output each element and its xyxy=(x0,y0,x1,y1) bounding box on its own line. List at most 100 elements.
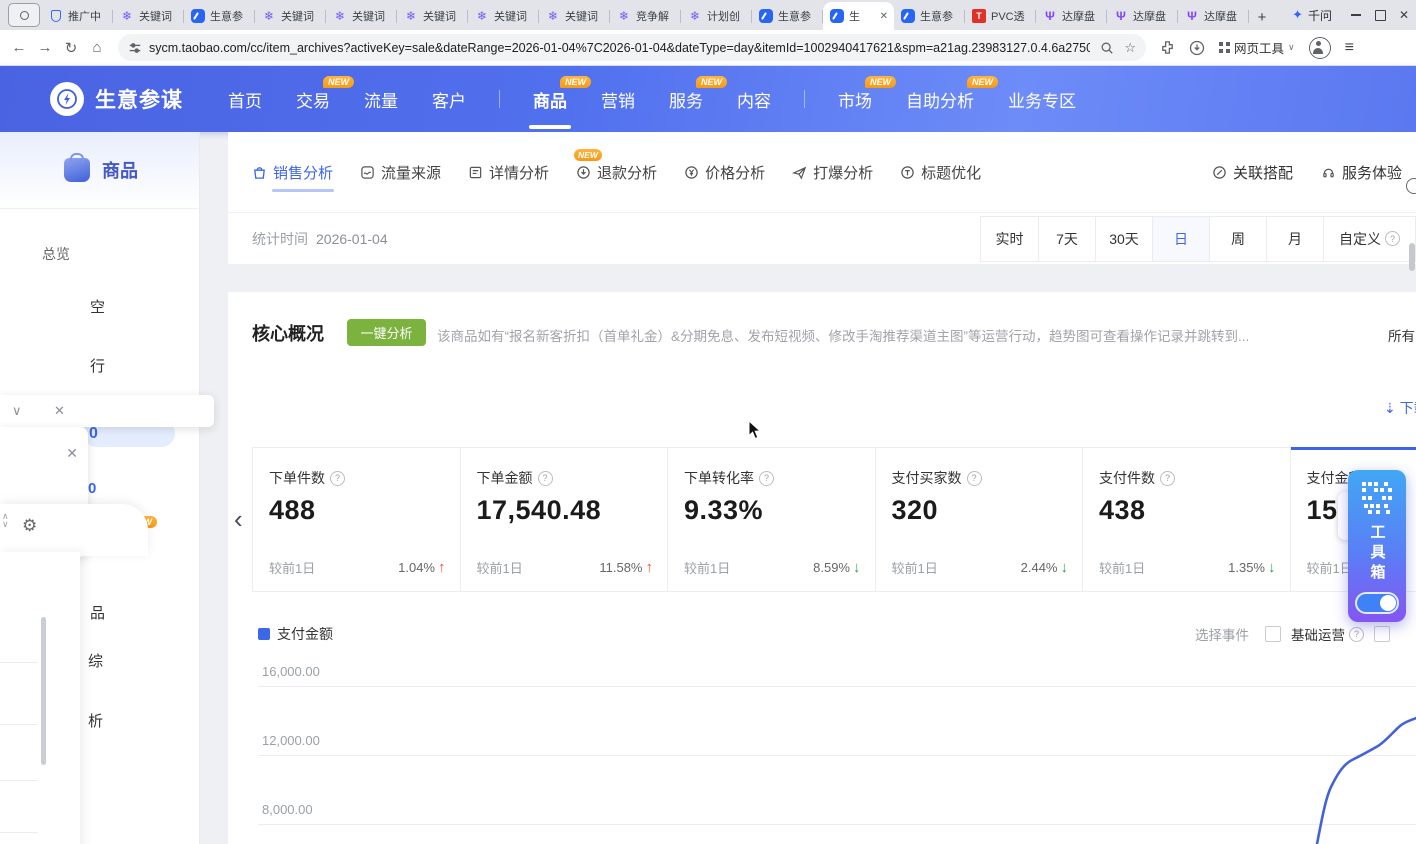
metric-card-pay-buyers[interactable]: 支付买家数? 320 较前1日2.44% xyxy=(876,447,1084,591)
browser-tab[interactable]: 达摩盘 xyxy=(1107,2,1178,30)
browser-tab[interactable]: 关键词 xyxy=(113,2,184,30)
nav-item-content[interactable]: 内容 xyxy=(737,87,771,112)
metric-card-conversion[interactable]: 下单转化率? 9.33% 较前1日8.59% xyxy=(668,447,876,591)
home-icon[interactable]: ⌂ xyxy=(84,39,110,56)
sidebar-item-fragment[interactable]: 综 xyxy=(88,650,103,671)
browser-tab[interactable]: 关键词 xyxy=(397,2,468,30)
close-icon[interactable]: ✕ xyxy=(54,403,84,419)
maximize-button[interactable] xyxy=(1368,0,1392,30)
site-settings-icon[interactable] xyxy=(128,41,142,55)
range-30d[interactable]: 30天 xyxy=(1095,217,1152,261)
browser-tab[interactable]: PVC透 xyxy=(965,2,1036,30)
range-7d[interactable]: 7天 xyxy=(1038,217,1095,261)
tab-refund-analysis[interactable]: NEW 退款分析 xyxy=(576,162,657,183)
nav-item-traffic[interactable]: 流量 xyxy=(364,87,398,112)
tab-title-optimize[interactable]: 标题优化 xyxy=(900,162,981,183)
sidebar-item-overview[interactable]: 总览 xyxy=(42,244,70,264)
profile-avatar[interactable] xyxy=(1309,37,1331,59)
help-icon[interactable]: ? xyxy=(330,471,345,486)
nav-item-trade[interactable]: 交易NEW xyxy=(296,87,330,112)
browser-tab[interactable]: 关键词 xyxy=(255,2,326,30)
browser-tab[interactable]: 关键词 xyxy=(539,2,610,30)
browser-tab[interactable]: 生意参 xyxy=(184,2,255,30)
help-icon[interactable]: ? xyxy=(967,471,982,486)
one-click-analyze-button[interactable]: 一键分析 xyxy=(347,319,426,346)
nav-item-market[interactable]: 市场NEW xyxy=(838,87,872,112)
tab-close-icon[interactable]: ✕ xyxy=(878,11,890,22)
range-week[interactable]: 周 xyxy=(1209,217,1266,261)
chart-legend[interactable]: 支付金额 xyxy=(258,624,333,644)
sidebar-item-fragment[interactable]: 品 xyxy=(90,602,105,623)
browser-tab[interactable]: 推广中 xyxy=(42,2,113,30)
related-match-button[interactable]: 关联搭配 xyxy=(1212,162,1293,183)
browser-tab[interactable]: 生意参 xyxy=(894,2,965,30)
tab-search-icon[interactable] xyxy=(8,3,40,27)
toolbox-toggle[interactable] xyxy=(1355,592,1399,614)
browser-tab[interactable]: 关键词 xyxy=(468,2,539,30)
chevron-down-icon[interactable]: ∨ xyxy=(12,403,42,419)
back-icon[interactable]: ← xyxy=(6,39,32,56)
nav-item-home[interactable]: 首页 xyxy=(228,87,262,112)
browser-tab-active[interactable]: 生✕ xyxy=(823,2,894,30)
tab-hot-analysis[interactable]: 打爆分析 xyxy=(792,162,873,183)
tab-traffic-source[interactable]: 流量来源 xyxy=(360,162,441,183)
range-realtime[interactable]: 实时 xyxy=(981,217,1038,261)
qianwen-button[interactable]: ✦千问 xyxy=(1280,7,1344,24)
service-experience-button[interactable]: 服务体验 xyxy=(1321,162,1402,183)
address-bar[interactable]: sycm.taobao.com/cc/item_archives?activeK… xyxy=(118,34,1146,61)
extensions-icon[interactable] xyxy=(1160,40,1175,55)
reload-icon[interactable]: ↻ xyxy=(58,39,84,57)
metric-card-order-amount[interactable]: 下单金额? 17,540.48 较前1日11.58% xyxy=(461,447,669,591)
download-icon[interactable] xyxy=(1189,40,1205,56)
close-icon[interactable]: ✕ xyxy=(66,445,78,462)
help-icon[interactable]: ? xyxy=(538,471,553,486)
close-button[interactable]: ✕ xyxy=(1392,0,1416,30)
browser-tab[interactable]: 计划创 xyxy=(681,2,752,30)
nav-item-business-zone[interactable]: 业务专区 xyxy=(1008,87,1076,112)
help-icon[interactable]: ? xyxy=(1160,471,1175,486)
tab-price-analysis[interactable]: 价格分析 xyxy=(684,162,765,183)
metric-card-pay-items[interactable]: 支付件数? 438 较前1日1.35% xyxy=(1083,447,1291,591)
help-icon[interactable]: ? xyxy=(759,471,774,486)
all-link[interactable]: 所有 xyxy=(1388,325,1415,345)
new-tab-button[interactable]: + xyxy=(1249,4,1275,30)
zoom-icon[interactable] xyxy=(1100,41,1114,55)
tab-detail-analysis[interactable]: 详情分析 xyxy=(468,162,549,183)
help-icon[interactable]: ? xyxy=(1349,627,1364,642)
nav-item-customer[interactable]: 客户 xyxy=(432,87,466,112)
collapse-handle-icon[interactable]: ∧∨ xyxy=(2,512,9,528)
browser-tab[interactable]: 关键词 xyxy=(326,2,397,30)
web-tools-button[interactable]: 网页工具∨ xyxy=(1219,38,1295,57)
toolbox-widget[interactable]: 工具箱 xyxy=(1348,470,1406,622)
tab-sales-analysis[interactable]: 销售分析 xyxy=(252,162,333,183)
nav-item-product[interactable]: 商品NEW xyxy=(533,87,567,112)
browser-tab[interactable]: 竞争解 xyxy=(610,2,681,30)
gear-icon[interactable]: ⚙ xyxy=(22,516,37,536)
sidebar-item-fragment[interactable]: 析 xyxy=(88,710,103,731)
sidebar-item-fragment[interactable]: 空 xyxy=(90,296,105,317)
carousel-left-arrow[interactable]: ‹ xyxy=(234,504,243,535)
minimize-button[interactable] xyxy=(1344,0,1368,30)
range-custom[interactable]: 自定义? xyxy=(1323,217,1415,261)
nav-item-marketing[interactable]: 营销 xyxy=(601,87,635,112)
scrollbar-thumb[interactable] xyxy=(1409,243,1415,271)
range-month[interactable]: 月 xyxy=(1266,217,1323,261)
browser-tab[interactable]: 达摩盘 xyxy=(1036,2,1107,30)
scrollbar-thumb[interactable] xyxy=(41,617,46,765)
browser-tab[interactable]: 达摩盘 xyxy=(1178,2,1249,30)
sidebar-item-fragment[interactable]: 0 xyxy=(88,480,96,497)
browser-tab[interactable]: 生意参 xyxy=(752,2,823,30)
range-day[interactable]: 日 xyxy=(1152,217,1209,261)
event-checkbox[interactable] xyxy=(1265,626,1281,642)
nav-item-service[interactable]: 服务NEW xyxy=(669,87,703,112)
url-text[interactable]: sycm.taobao.com/cc/item_archives?activeK… xyxy=(149,41,1090,55)
nav-item-self-analysis[interactable]: 自助分析NEW xyxy=(906,87,974,112)
sidebar-item-fragment[interactable]: 行 xyxy=(90,355,105,376)
download-link[interactable]: ⇣ 下载 xyxy=(1384,398,1416,418)
forward-icon[interactable]: → xyxy=(32,39,58,56)
bookmark-star-icon[interactable]: ☆ xyxy=(1124,40,1136,56)
sycm-logo-icon[interactable] xyxy=(50,82,84,116)
menu-icon[interactable]: ≡ xyxy=(1345,39,1354,57)
brand-title[interactable]: 生意参谋 xyxy=(95,84,183,114)
metric-card-order-items[interactable]: 下单件数? 488 较前1日1.04% xyxy=(253,447,461,591)
